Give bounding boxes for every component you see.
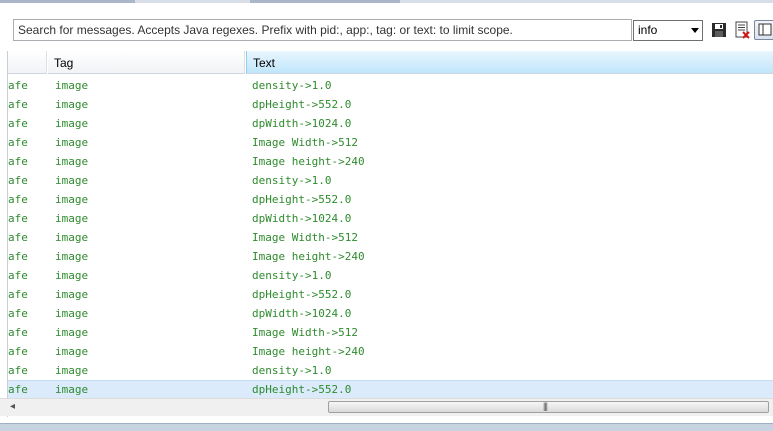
table-row[interactable]: afe image dpWidth->1024.0 (8, 304, 773, 323)
table-row[interactable]: afe image density->1.0 (8, 266, 773, 285)
cell-tag: image (55, 307, 89, 320)
column-header-text[interactable]: Text (246, 51, 773, 74)
table-row[interactable]: afe image density->1.0 (8, 171, 773, 190)
cell-app: afe (8, 307, 28, 320)
cell-tag: image (55, 155, 89, 168)
cell-text: dpWidth->1024.0 (252, 307, 352, 320)
cell-text: density->1.0 (252, 269, 332, 282)
table-row[interactable]: afe image dpWidth->1024.0 (8, 209, 773, 228)
log-rows: afe image density->1.0 afe image dpHeight->55… (8, 76, 773, 399)
cell-text: dpHeight->552.0 (252, 98, 352, 111)
clear-log-button[interactable] (733, 21, 751, 39)
cell-text: dpHeight->552.0 (252, 193, 352, 206)
cell-text: Image height->240 (252, 250, 365, 263)
cell-text: Image Width->512 (252, 326, 358, 339)
table-row[interactable]: afe image Image Width->512 (8, 133, 773, 152)
table-row[interactable]: afe image dpHeight->552.0 (8, 190, 773, 209)
column-header-tag[interactable]: Tag (48, 51, 245, 74)
cell-tag: image (55, 326, 89, 339)
table-row[interactable]: afe image Image Width->512 (8, 228, 773, 247)
cell-tag: image (55, 174, 89, 187)
cell-text: dpHeight->552.0 (252, 288, 352, 301)
cell-tag: image (55, 383, 89, 396)
horizontal-scrollbar[interactable]: ◂ ||| (0, 398, 773, 416)
cell-tag: image (55, 193, 89, 206)
chevron-down-icon (691, 28, 699, 33)
cell-text: density->1.0 (252, 364, 332, 377)
cell-app: afe (8, 155, 28, 168)
cell-app: afe (8, 250, 28, 263)
cell-tag: image (55, 345, 89, 358)
cell-tag: image (55, 98, 89, 111)
cell-tag: image (55, 231, 89, 244)
cell-tag: image (55, 117, 89, 130)
column-header-app[interactable] (8, 51, 47, 74)
cell-app: afe (8, 79, 28, 92)
table-row[interactable]: afe image Image height->240 (8, 247, 773, 266)
save-button[interactable] (710, 21, 728, 39)
cell-app: afe (8, 364, 28, 377)
cell-text: density->1.0 (252, 174, 332, 187)
toggle-panel-icon (758, 23, 772, 36)
cell-text: dpHeight->552.0 (252, 383, 352, 396)
grip-icon: ||| (543, 401, 548, 411)
clear-log-icon (735, 21, 750, 39)
cell-app: afe (8, 193, 28, 206)
table-row[interactable]: afe image density->1.0 (8, 361, 773, 380)
cell-text: Image Width->512 (252, 231, 358, 244)
cell-text: Image height->240 (252, 155, 365, 168)
chevron-left-icon[interactable]: ◂ (10, 401, 15, 412)
cell-tag: image (55, 288, 89, 301)
toggle-panel-button[interactable] (754, 20, 773, 40)
cell-app: afe (8, 383, 28, 396)
cell-text: dpWidth->1024.0 (252, 212, 352, 225)
cell-text: Image Width->512 (252, 136, 358, 149)
table-row[interactable]: afe image dpWidth->1024.0 (8, 114, 773, 133)
cell-app: afe (8, 212, 28, 225)
table-row[interactable]: afe image dpHeight->552.0 (8, 285, 773, 304)
cell-tag: image (55, 136, 89, 149)
cell-app: afe (8, 326, 28, 339)
cell-app: afe (8, 288, 28, 301)
cell-app: afe (8, 231, 28, 244)
logcat-toolbar: info (0, 3, 773, 49)
search-input[interactable] (13, 19, 632, 41)
table-row[interactable]: afe image dpHeight->552.0 (8, 380, 773, 399)
table-row[interactable]: afe image density->1.0 (8, 76, 773, 95)
cell-text: density->1.0 (252, 79, 332, 92)
cell-app: afe (8, 345, 28, 358)
cell-tag: image (55, 250, 89, 263)
cell-text: dpWidth->1024.0 (252, 117, 352, 130)
cell-app: afe (8, 269, 28, 282)
cell-tag: image (55, 79, 89, 92)
table-row[interactable]: afe image dpHeight->552.0 (8, 95, 773, 114)
log-table: Tag Text afe image density->1.0 afe image dpH… (7, 51, 773, 417)
table-row[interactable]: afe image Image Width->512 (8, 323, 773, 342)
cell-app: afe (8, 174, 28, 187)
cell-app: afe (8, 117, 28, 130)
cell-text: Image height->240 (252, 345, 365, 358)
table-row[interactable]: afe image Image height->240 (8, 342, 773, 361)
cell-tag: image (55, 364, 89, 377)
log-level-value: info (638, 23, 658, 37)
cell-app: afe (8, 136, 28, 149)
cell-tag: image (55, 212, 89, 225)
save-icon (712, 23, 726, 37)
cell-app: afe (8, 98, 28, 111)
cell-tag: image (55, 269, 89, 282)
table-row[interactable]: afe image Image height->240 (8, 152, 773, 171)
scrollbar-thumb[interactable]: ||| (328, 401, 769, 413)
table-header: Tag Text (8, 51, 773, 74)
log-level-select[interactable]: info (633, 20, 703, 41)
